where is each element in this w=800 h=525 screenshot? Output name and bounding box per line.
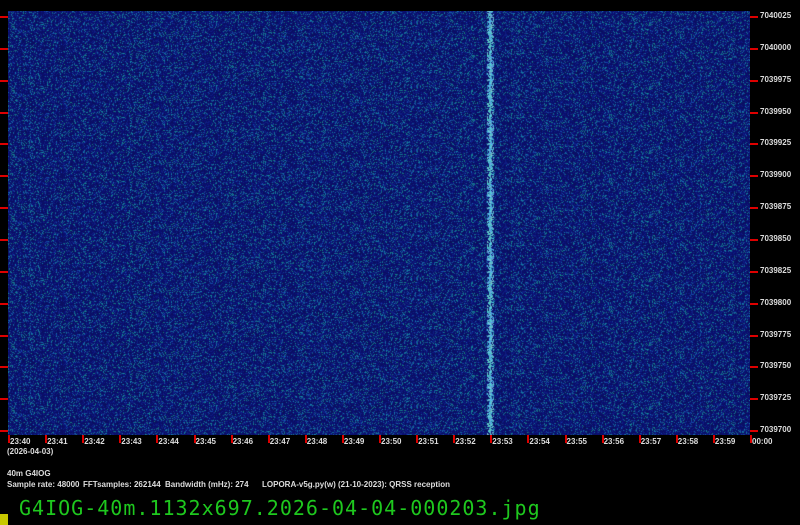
y-tick-left xyxy=(0,47,8,50)
y-tick-label: 7039975 xyxy=(760,74,792,84)
x-tick-label: 23:43 xyxy=(121,437,142,446)
y-tick-label: 7040025 xyxy=(760,11,792,20)
x-tick-label: 23:49 xyxy=(343,437,365,446)
x-tick-label: 23:40 xyxy=(10,437,31,446)
x-tick-label: 23:52 xyxy=(455,437,476,446)
y-tick-right xyxy=(750,175,758,178)
y-tick-left xyxy=(0,79,8,82)
y-tick-label: 7039900 xyxy=(760,170,792,180)
x-tick-label: 23:50 xyxy=(381,437,402,446)
y-tick-left xyxy=(0,143,8,146)
x-tick-label: 00:00 xyxy=(752,437,773,446)
y-tick-right xyxy=(750,79,758,82)
corner-marker xyxy=(0,514,8,525)
y-tick-right xyxy=(750,398,758,401)
y-tick-right xyxy=(750,238,758,241)
y-tick-left xyxy=(0,175,8,178)
x-tick-label: 23:58 xyxy=(677,437,699,446)
x-tick-label: 23:47 xyxy=(269,437,291,446)
y-tick-right xyxy=(750,111,758,114)
y-tick-left xyxy=(0,270,8,273)
y-tick-left xyxy=(0,238,8,241)
y-tick-right xyxy=(750,207,758,210)
y-tick-label: 7039725 xyxy=(760,393,792,403)
y-tick-right xyxy=(750,270,758,273)
y-tick-label: 7039825 xyxy=(760,265,792,275)
y-tick-right xyxy=(750,47,758,50)
x-tick-label: 23:46 xyxy=(232,437,254,446)
y-tick-label: 7039850 xyxy=(760,233,792,243)
y-tick-left xyxy=(0,111,8,114)
x-tick-label: 23:55 xyxy=(566,437,587,446)
y-tick-right xyxy=(750,143,758,146)
x-tick-label: 23:56 xyxy=(603,437,625,446)
station-label: 40m G4IOG xyxy=(7,469,51,478)
x-tick-label: 23:42 xyxy=(84,437,105,446)
x-tick-label: 23:57 xyxy=(640,437,662,446)
bandwidth: Bandwidth (mHz): 274 xyxy=(165,480,249,489)
y-tick-left xyxy=(0,207,8,210)
y-tick-left xyxy=(0,16,8,18)
x-tick-label: 23:59 xyxy=(714,437,736,446)
fft-samples: FFTsamples: 262144 xyxy=(83,480,161,489)
y-tick-left xyxy=(0,334,8,337)
spectrogram-waterfall xyxy=(8,11,750,435)
x-tick-label: 23:51 xyxy=(418,437,439,446)
y-tick-label: 7039950 xyxy=(760,106,792,116)
y-tick-left xyxy=(0,302,8,305)
y-tick-right xyxy=(750,366,758,369)
software-label: LOPORA-v5g.py(w) (21-10-2023): QRSS rece… xyxy=(262,480,451,489)
y-tick-left xyxy=(0,430,8,433)
y-tick-label: 7039925 xyxy=(760,138,792,148)
date-label: (2026-04-03) xyxy=(7,447,54,456)
y-tick-right xyxy=(750,430,758,433)
y-tick-right xyxy=(750,16,758,18)
y-tick-label: 7040000 xyxy=(760,42,792,52)
x-tick-label: 23:41 xyxy=(47,437,68,446)
x-tick-label: 23:44 xyxy=(158,437,179,446)
y-tick-label: 7039700 xyxy=(760,425,792,435)
y-tick-left xyxy=(0,366,8,369)
y-tick-label: 7039800 xyxy=(760,297,792,307)
y-tick-label: 7039775 xyxy=(760,329,792,339)
sample-rate: Sample rate: 48000 xyxy=(7,480,80,489)
y-tick-left xyxy=(0,398,8,401)
y-tick-right xyxy=(750,302,758,305)
image-filename: G4IOG-40m.1132x697.2026-04-04-000203.jpg xyxy=(19,496,541,520)
x-tick-label: 23:48 xyxy=(306,437,328,446)
x-tick-label: 23:45 xyxy=(195,437,216,446)
x-tick-label: 23:54 xyxy=(529,437,550,446)
y-tick-label: 7039750 xyxy=(760,361,792,371)
y-tick-label: 7039875 xyxy=(760,202,792,212)
x-tick-label: 23:53 xyxy=(492,437,513,446)
y-tick-right xyxy=(750,334,758,337)
